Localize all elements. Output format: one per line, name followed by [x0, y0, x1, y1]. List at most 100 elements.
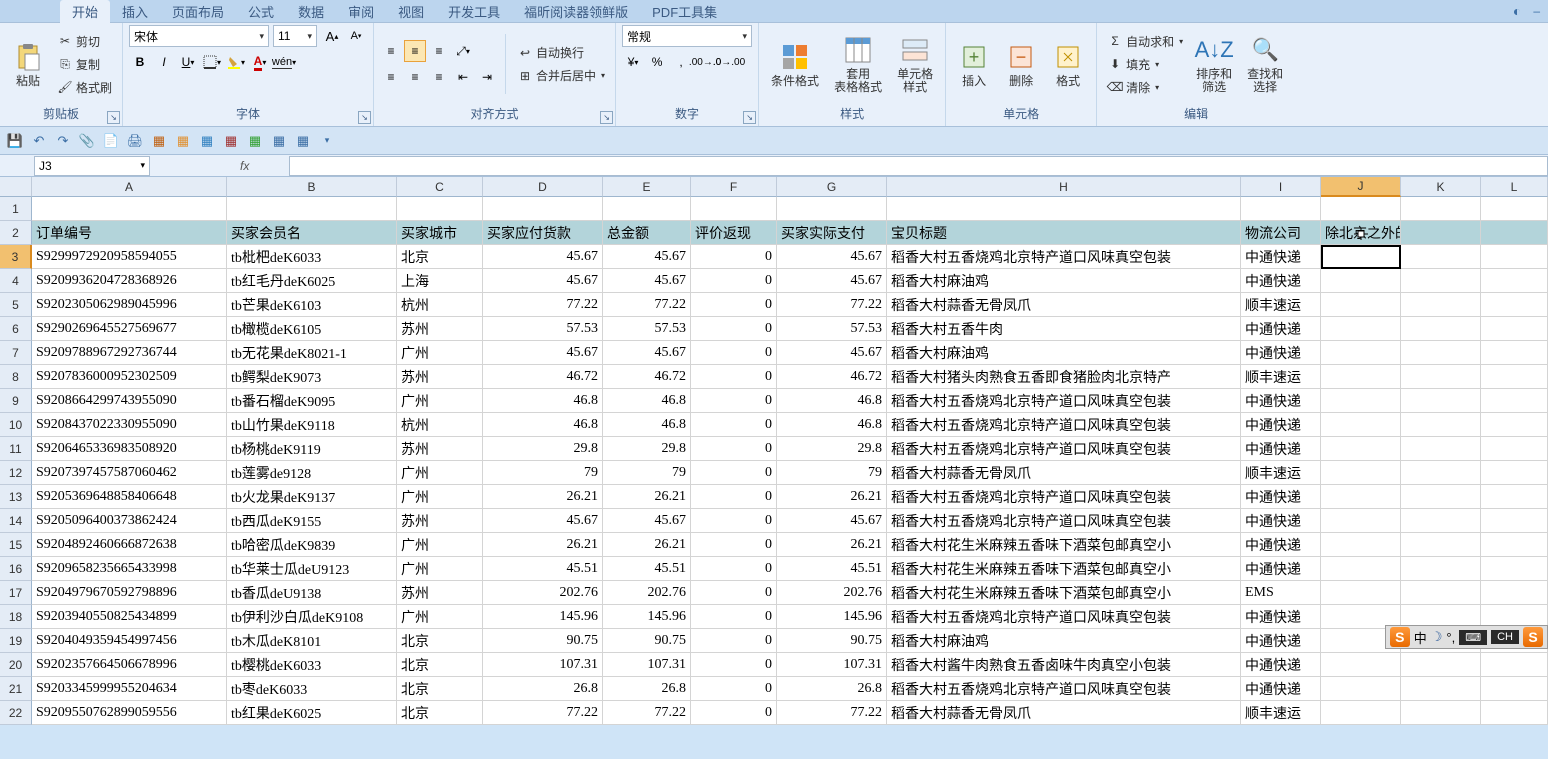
col-header-E[interactable]: E [603, 177, 691, 197]
cell[interactable]: 中通快递 [1241, 317, 1321, 341]
name-box[interactable]: J3▾ [34, 156, 150, 176]
cell[interactable]: 中通快递 [1241, 629, 1321, 653]
cell[interactable]: 苏州 [397, 437, 483, 461]
cell[interactable]: 45.67 [777, 245, 887, 269]
redo-icon[interactable]: ↷ [54, 132, 72, 150]
cell[interactable]: 0 [691, 389, 777, 413]
cell[interactable]: 45.67 [603, 341, 691, 365]
cell[interactable]: 45.67 [483, 269, 603, 293]
cell[interactable]: 顺丰速运 [1241, 461, 1321, 485]
cell[interactable]: tb红毛丹deK6025 [227, 269, 397, 293]
delete-cells-button[interactable]: −删除 [999, 39, 1043, 90]
cell[interactable] [1401, 413, 1481, 437]
cell[interactable]: 稻香大村花生米麻辣五香味下酒菜包邮真空小 [887, 533, 1241, 557]
row-header[interactable]: 12 [0, 461, 32, 485]
cell[interactable]: tb伊利沙白瓜deK9108 [227, 605, 397, 629]
col-header-I[interactable]: I [1241, 177, 1321, 197]
cell[interactable]: 稻香大村麻油鸡 [887, 629, 1241, 653]
cell[interactable]: S9207836000952302509 [32, 365, 227, 389]
tab-data[interactable]: 数据 [286, 0, 336, 23]
cell[interactable]: 广州 [397, 341, 483, 365]
cell[interactable]: 77.22 [777, 701, 887, 725]
cell[interactable] [1481, 245, 1548, 269]
paste-button[interactable]: 粘贴 [6, 39, 50, 90]
cell[interactable]: 稻香大村五香烧鸡北京特产道口风味真空包装 [887, 245, 1241, 269]
ime-softkeyboard[interactable]: ⌨ [1459, 630, 1487, 645]
cell[interactable] [227, 197, 397, 221]
cell[interactable]: 苏州 [397, 509, 483, 533]
cell[interactable]: 买家城市 [397, 221, 483, 245]
cell[interactable]: 北京 [397, 245, 483, 269]
cut-button[interactable]: ✂剪切 [53, 30, 116, 52]
align-bottom-button[interactable]: ≡ [428, 40, 450, 62]
cell[interactable]: 0 [691, 269, 777, 293]
cell[interactable]: 中通快递 [1241, 605, 1321, 629]
cell[interactable]: 稻香大村麻油鸡 [887, 269, 1241, 293]
cell[interactable] [1401, 317, 1481, 341]
row-header[interactable]: 18 [0, 605, 32, 629]
cell[interactable] [1321, 197, 1401, 221]
cell[interactable]: 46.72 [603, 365, 691, 389]
cell[interactable]: 顺丰速运 [1241, 365, 1321, 389]
col-header-H[interactable]: H [887, 177, 1241, 197]
cell[interactable] [1401, 677, 1481, 701]
cell[interactable] [1481, 509, 1548, 533]
cell[interactable]: 107.31 [483, 653, 603, 677]
cell[interactable]: 45.67 [603, 509, 691, 533]
cell[interactable]: 稻香大村五香牛肉 [887, 317, 1241, 341]
cell[interactable]: 中通快递 [1241, 389, 1321, 413]
cell[interactable] [1401, 245, 1481, 269]
cell[interactable] [1481, 389, 1548, 413]
cell[interactable] [1481, 413, 1548, 437]
fill-button[interactable]: ⬇填充▾ [1103, 53, 1187, 75]
col-header-G[interactable]: G [777, 177, 887, 197]
cell[interactable]: 57.53 [603, 317, 691, 341]
row-header[interactable]: 10 [0, 413, 32, 437]
cell[interactable] [1481, 317, 1548, 341]
row-header[interactable]: 8 [0, 365, 32, 389]
cell[interactable]: 稻香大村五香烧鸡北京特产道口风味真空包装 [887, 389, 1241, 413]
cell[interactable]: 稻香大村五香烧鸡北京特产道口风味真空包装 [887, 605, 1241, 629]
cell[interactable]: 0 [691, 413, 777, 437]
increase-indent-button[interactable]: ⇥ [476, 66, 498, 88]
cell[interactable]: S9208437022330955090 [32, 413, 227, 437]
sheet5-icon[interactable]: ▦ [246, 132, 264, 150]
phonetic-button[interactable]: wén▾ [273, 51, 295, 73]
cell[interactable] [1401, 461, 1481, 485]
cell[interactable]: 稻香大村五香烧鸡北京特产道口风味真空包装 [887, 677, 1241, 701]
ime-punct-icon[interactable]: °, [1446, 630, 1455, 645]
cell[interactable] [1481, 701, 1548, 725]
cell[interactable] [603, 197, 691, 221]
cell[interactable]: 北京 [397, 677, 483, 701]
clipboard-launcher[interactable]: ↘ [107, 111, 120, 124]
cell[interactable]: 中通快递 [1241, 485, 1321, 509]
cell[interactable]: 26.21 [777, 533, 887, 557]
decrease-decimal-button[interactable]: .0→.00 [718, 51, 740, 73]
cell[interactable]: S9299972920958594055 [32, 245, 227, 269]
cell[interactable]: 26.8 [777, 677, 887, 701]
cell[interactable]: S9204049359454997456 [32, 629, 227, 653]
cell[interactable]: 买家实际支付 [777, 221, 887, 245]
cell[interactable]: tb西瓜deK9155 [227, 509, 397, 533]
cell[interactable] [1321, 581, 1401, 605]
cell[interactable]: 买家应付货款 [483, 221, 603, 245]
cell[interactable]: S9209788967292736744 [32, 341, 227, 365]
tab-home[interactable]: 开始 [60, 0, 110, 23]
row-header[interactable]: 11 [0, 437, 32, 461]
cell[interactable]: S9207397457587060462 [32, 461, 227, 485]
cell[interactable] [777, 197, 887, 221]
currency-button[interactable]: ¥▾ [622, 51, 644, 73]
cell[interactable] [1321, 317, 1401, 341]
cell[interactable] [1401, 389, 1481, 413]
cell[interactable] [1321, 293, 1401, 317]
cell[interactable]: 90.75 [483, 629, 603, 653]
fx-icon[interactable]: fx [150, 159, 289, 173]
cell[interactable]: 订单编号 [32, 221, 227, 245]
sheet3-icon[interactable]: ▦ [198, 132, 216, 150]
col-header-F[interactable]: F [691, 177, 777, 197]
cell[interactable]: 稻香大村五香烧鸡北京特产道口风味真空包装 [887, 485, 1241, 509]
cell[interactable] [1481, 653, 1548, 677]
cell[interactable]: tb木瓜deK8101 [227, 629, 397, 653]
autosum-button[interactable]: Σ自动求和▾ [1103, 30, 1187, 52]
cell[interactable] [1481, 677, 1548, 701]
